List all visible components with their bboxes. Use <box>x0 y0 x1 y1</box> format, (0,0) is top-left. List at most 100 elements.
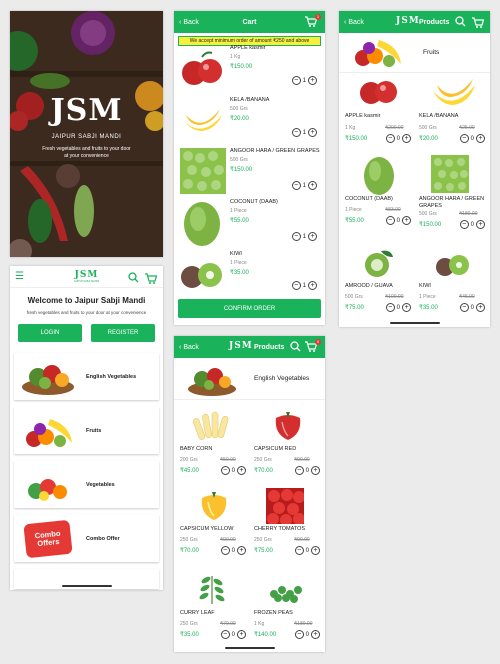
product-card[interactable]: ANGOOR HARA / GREEN GRAPES 500 Grs ₹180.… <box>419 155 485 235</box>
quantity-value: 1 <box>302 129 306 136</box>
category-label: Fruits <box>86 427 102 434</box>
plus-button[interactable]: + <box>476 303 485 312</box>
product-price: ₹70.00 <box>180 548 199 554</box>
product-price: ₹75.00 <box>254 548 273 554</box>
product-price: ₹35.00 <box>419 305 438 311</box>
product-card[interactable]: APPLE kasmir 1 Kg ₹200.00 ₹150.00 −0 + <box>345 77 411 147</box>
minus-button[interactable]: − <box>220 466 230 475</box>
plus-button[interactable]: + <box>308 232 317 241</box>
plus-button[interactable]: + <box>308 181 317 190</box>
product-card[interactable]: BABY CORN 200 Grs ₹50.00 ₹45.00 −0 + <box>180 408 246 478</box>
cart-item: APPLE kasmir 1 Kg ₹150.00 −1 + <box>178 45 321 93</box>
minus-button[interactable]: − <box>291 76 301 85</box>
cart-badge: 0 <box>315 339 321 345</box>
product-card[interactable]: AMROOD / GUAVA 500 Grs ₹100.00 ₹75.00 −0… <box>345 247 411 317</box>
category-card[interactable]: Fruits <box>14 407 159 454</box>
item-price: ₹20.00 <box>230 116 249 122</box>
minus-button[interactable]: − <box>294 546 304 555</box>
minus-button[interactable]: − <box>459 220 469 229</box>
product-card[interactable]: CAPSICUM YELLOW 250 Grs ₹90.00 ₹70.00 −0… <box>180 488 246 558</box>
curry-leaf-image <box>199 576 225 604</box>
minus-button[interactable]: − <box>291 128 301 137</box>
minus-button[interactable]: − <box>459 134 469 143</box>
back-button[interactable]: ‹ Back <box>344 19 364 26</box>
product-card[interactable]: COCONUT (DAAB) 1 Piece ₹83.00 ₹55.00 −0 + <box>345 155 411 235</box>
product-name: APPLE kasmir <box>345 113 381 119</box>
header-logo: JSM <box>229 341 253 351</box>
minus-button[interactable]: − <box>294 466 304 475</box>
minus-button[interactable]: − <box>220 546 230 555</box>
product-price: ₹45.00 <box>180 468 199 474</box>
plus-button[interactable]: + <box>402 303 411 312</box>
quantity-value: 0 <box>396 304 400 311</box>
home-indicator <box>389 322 440 324</box>
minus-button[interactable]: − <box>294 630 304 639</box>
product-card[interactable]: CURRY LEAF 250 Grs ₹70.00 ₹35.00 −0 + <box>180 572 246 642</box>
product-price: ₹70.00 <box>254 468 273 474</box>
minus-button[interactable]: − <box>385 303 395 312</box>
vegetables-image <box>28 478 67 501</box>
product-name: CAPSICUM YELLOW <box>180 526 234 532</box>
plus-button[interactable]: + <box>311 630 320 639</box>
minus-button[interactable]: − <box>291 281 301 290</box>
splash-tagline: Fresh vegetables and fruits to your door… <box>42 146 131 159</box>
search-icon[interactable] <box>290 341 301 354</box>
product-price: ₹35.00 <box>180 632 199 638</box>
quantity-value: 0 <box>305 547 309 554</box>
menu-icon[interactable]: ☰ <box>15 271 24 282</box>
product-card[interactable]: FROZEN PEAS 1 Kg ₹180.00 ₹140.00 −0 + <box>254 572 320 642</box>
product-name: KELA /BANANA <box>419 113 459 119</box>
product-card[interactable]: KELA /BANANA 500 Grs ₹25.00 ₹20.00 −0 + <box>419 77 485 147</box>
plus-button[interactable]: + <box>237 546 246 555</box>
plus-button[interactable]: + <box>402 134 411 143</box>
product-card[interactable]: CAPSICUM RED 250 Grs ₹90.00 ₹70.00 −0 + <box>254 408 320 478</box>
plus-button[interactable]: + <box>308 128 317 137</box>
plus-button[interactable]: + <box>237 630 246 639</box>
cart-icon[interactable] <box>145 271 158 289</box>
register-button[interactable]: REGISTER <box>91 324 155 342</box>
grapes-image <box>180 148 226 194</box>
cart-icon[interactable]: 1 <box>305 14 321 28</box>
product-price: ₹150.00 <box>419 222 442 228</box>
back-button[interactable]: ‹ Back <box>179 344 199 351</box>
search-icon[interactable] <box>455 16 466 29</box>
item-unit: 1 Piece <box>230 260 247 266</box>
product-card[interactable]: KIWI 1 Piece ₹45.00 ₹35.00 −0 + <box>419 247 485 317</box>
minus-button[interactable]: − <box>385 134 395 143</box>
minus-button[interactable]: − <box>220 630 230 639</box>
minus-button[interactable]: − <box>459 303 469 312</box>
plus-button[interactable]: + <box>476 220 485 229</box>
cart-item: COCONUT (DAAB) 1 Piece ₹55.00 −1 + <box>178 199 321 249</box>
category-card[interactable]: Combo Offers Combo Offer <box>14 515 159 562</box>
login-button[interactable]: LOGIN <box>18 324 82 342</box>
quantity-stepper: −1 + <box>291 281 317 290</box>
item-price: ₹150.00 <box>230 64 253 70</box>
confirm-order-button[interactable]: CONFIRM ORDER <box>178 299 321 318</box>
category-card[interactable]: English Vegetables <box>14 353 159 400</box>
product-old-price: ₹45.00 <box>459 294 475 300</box>
plus-button[interactable]: + <box>402 216 411 225</box>
product-card[interactable]: CHERRY TOMATOS 250 Grs ₹90.00 ₹75.00 −0 + <box>254 488 320 558</box>
plus-button[interactable]: + <box>237 466 246 475</box>
plus-button[interactable]: + <box>308 76 317 85</box>
search-icon[interactable] <box>128 270 139 288</box>
minus-button[interactable]: − <box>385 216 395 225</box>
plus-button[interactable]: + <box>311 466 320 475</box>
plus-button[interactable]: + <box>476 134 485 143</box>
plus-button[interactable]: + <box>308 281 317 290</box>
product-old-price: ₹180.00 <box>459 211 478 217</box>
item-price: ₹35.00 <box>230 270 249 276</box>
back-button[interactable]: ‹ Back <box>179 19 199 26</box>
product-name: CHERRY TOMATOS <box>254 526 306 532</box>
product-name: FROZEN PEAS <box>254 610 293 616</box>
splash-logo: JSM <box>50 93 123 128</box>
product-unit: 500 Grs <box>419 211 437 217</box>
minus-button[interactable]: − <box>291 181 301 190</box>
minus-button[interactable]: − <box>291 232 301 241</box>
product-old-price: ₹70.00 <box>220 621 236 627</box>
english-vegetables-image <box>188 367 236 396</box>
cart-icon[interactable] <box>472 17 485 30</box>
cart-icon[interactable]: 0 <box>305 339 321 353</box>
plus-button[interactable]: + <box>311 546 320 555</box>
category-card[interactable]: Vegetables <box>14 461 159 508</box>
